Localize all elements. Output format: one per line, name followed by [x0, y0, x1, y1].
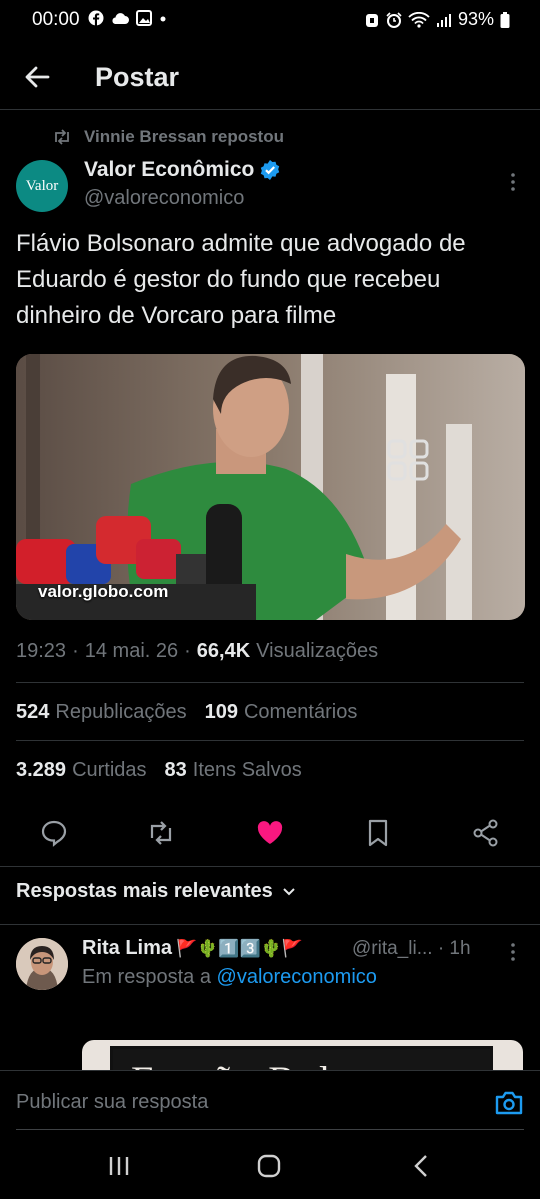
- repost-button-icon[interactable]: [146, 818, 176, 848]
- author-avatar[interactable]: Valor: [16, 160, 68, 212]
- author-name[interactable]: Valor Econômico: [84, 158, 280, 182]
- repost-icon: [55, 129, 69, 145]
- replies-sort-label: Respostas mais relevantes: [16, 880, 273, 902]
- avatar-logo-text: Valor: [25, 177, 59, 194]
- stats-row-2: 3.289 Curtidas 83 Itens Salvos: [16, 759, 302, 782]
- reply-avatar-photo: [16, 938, 68, 990]
- reposts-stat[interactable]: 524 Republicações: [16, 701, 187, 724]
- replies-sort-dropdown[interactable]: Respostas mais relevantes: [16, 880, 297, 903]
- share-icon[interactable]: [471, 818, 501, 848]
- saves-stat[interactable]: 83 Itens Salvos: [165, 759, 302, 782]
- page-title: Postar: [95, 62, 180, 92]
- like-heart-icon[interactable]: [255, 818, 285, 848]
- bookmark-icon[interactable]: [363, 818, 393, 848]
- battery-percent: 93%: [457, 9, 494, 29]
- verified-badge-icon: [261, 160, 280, 180]
- wifi-icon: [408, 11, 430, 28]
- status-left-icons: [88, 10, 168, 26]
- views-count: 66,4K: [196, 640, 251, 662]
- stats-row-1: 524 Republicações 109 Comentários: [16, 701, 357, 724]
- comments-label: Comentários: [243, 701, 358, 723]
- post-image[interactable]: [16, 354, 525, 620]
- saves-count: 83: [164, 759, 187, 781]
- reply-input[interactable]: Publicar sua resposta: [16, 1091, 208, 1114]
- status-right-icons: 93%: [364, 9, 510, 30]
- reply-handle: @rita_li...: [352, 938, 433, 959]
- divider: [0, 924, 540, 925]
- gallery-grid-icon: [387, 439, 429, 481]
- dot-icon: [160, 16, 166, 22]
- likes-label: Curtidas: [72, 759, 147, 781]
- reposts-count: 524: [16, 701, 50, 723]
- gallery-icon: [136, 10, 152, 26]
- meta-separator: ·: [72, 640, 79, 662]
- reply-avatar[interactable]: [16, 938, 68, 990]
- comments-stat[interactable]: 109 Comentários: [205, 701, 358, 724]
- divider: [0, 866, 540, 867]
- reply-time: · 1h: [437, 938, 471, 959]
- alarm-icon: [386, 11, 402, 28]
- reply-icon[interactable]: [39, 818, 69, 848]
- reply-to-link[interactable]: @valoreconomico: [217, 966, 377, 988]
- likes-stat[interactable]: 3.289 Curtidas: [16, 759, 147, 782]
- reply-author-emojis: 🚩🌵1️⃣3️⃣🌵🚩: [176, 938, 304, 958]
- reply-to-line: Em resposta a @valoreconomico: [82, 966, 377, 989]
- status-bar: 00:00 93%: [0, 0, 540, 40]
- post-date: 14 mai. 26: [84, 640, 179, 662]
- system-nav-bar: [0, 1130, 540, 1199]
- reply-to-prefix: Em resposta a: [82, 966, 211, 988]
- author-name-text: Valor Econômico: [84, 158, 255, 181]
- repost-label: Vinnie Bressan repostou: [84, 127, 284, 146]
- divider: [16, 682, 524, 683]
- repost-indicator[interactable]: Vinnie Bressan repostou: [52, 127, 284, 147]
- cloud-icon: [112, 13, 129, 24]
- post-time: 19:23: [16, 640, 67, 662]
- home-icon[interactable]: [254, 1154, 284, 1178]
- likes-count: 3.289: [16, 759, 67, 781]
- reply-author[interactable]: Rita Lima 🚩🌵1️⃣3️⃣🌵🚩: [82, 937, 303, 960]
- recent-apps-icon[interactable]: [104, 1154, 134, 1178]
- camera-icon[interactable]: [494, 1089, 524, 1117]
- author-handle[interactable]: @valoreconomico: [84, 187, 244, 210]
- post-actions: [0, 810, 540, 854]
- comments-count: 109: [204, 701, 238, 723]
- battery-icon: [500, 11, 510, 28]
- meta-separator: ·: [184, 640, 191, 662]
- reposts-label: Republicações: [55, 701, 187, 723]
- post-photo: [16, 354, 525, 620]
- reply-more-options-icon[interactable]: [505, 940, 521, 964]
- post-meta: 19:23 · 14 mai. 26 · 66,4K Visualizações: [16, 640, 378, 663]
- saves-label: Itens Salvos: [192, 759, 302, 781]
- chevron-down-icon: [283, 887, 295, 895]
- reply-author-name: Rita Lima: [82, 937, 173, 959]
- back-nav-icon[interactable]: [406, 1154, 436, 1178]
- post-text: Flávio Bolsonaro admite que advogado de …: [16, 230, 466, 329]
- more-options-icon[interactable]: [505, 170, 521, 194]
- reply-composer: Publicar sua resposta: [0, 1070, 540, 1130]
- top-bar: Postar: [0, 50, 540, 110]
- facebook-icon: [88, 10, 104, 26]
- views-label: Visualizações: [256, 640, 379, 662]
- media-source-label[interactable]: valor.globo.com: [38, 582, 168, 602]
- back-arrow-icon[interactable]: [22, 62, 52, 92]
- status-time: 00:00: [32, 9, 80, 30]
- lock-icon: [365, 13, 378, 27]
- divider: [16, 740, 524, 741]
- signal-icon: [436, 13, 451, 27]
- reply-handle-time[interactable]: @rita_li... · 1h: [352, 938, 471, 960]
